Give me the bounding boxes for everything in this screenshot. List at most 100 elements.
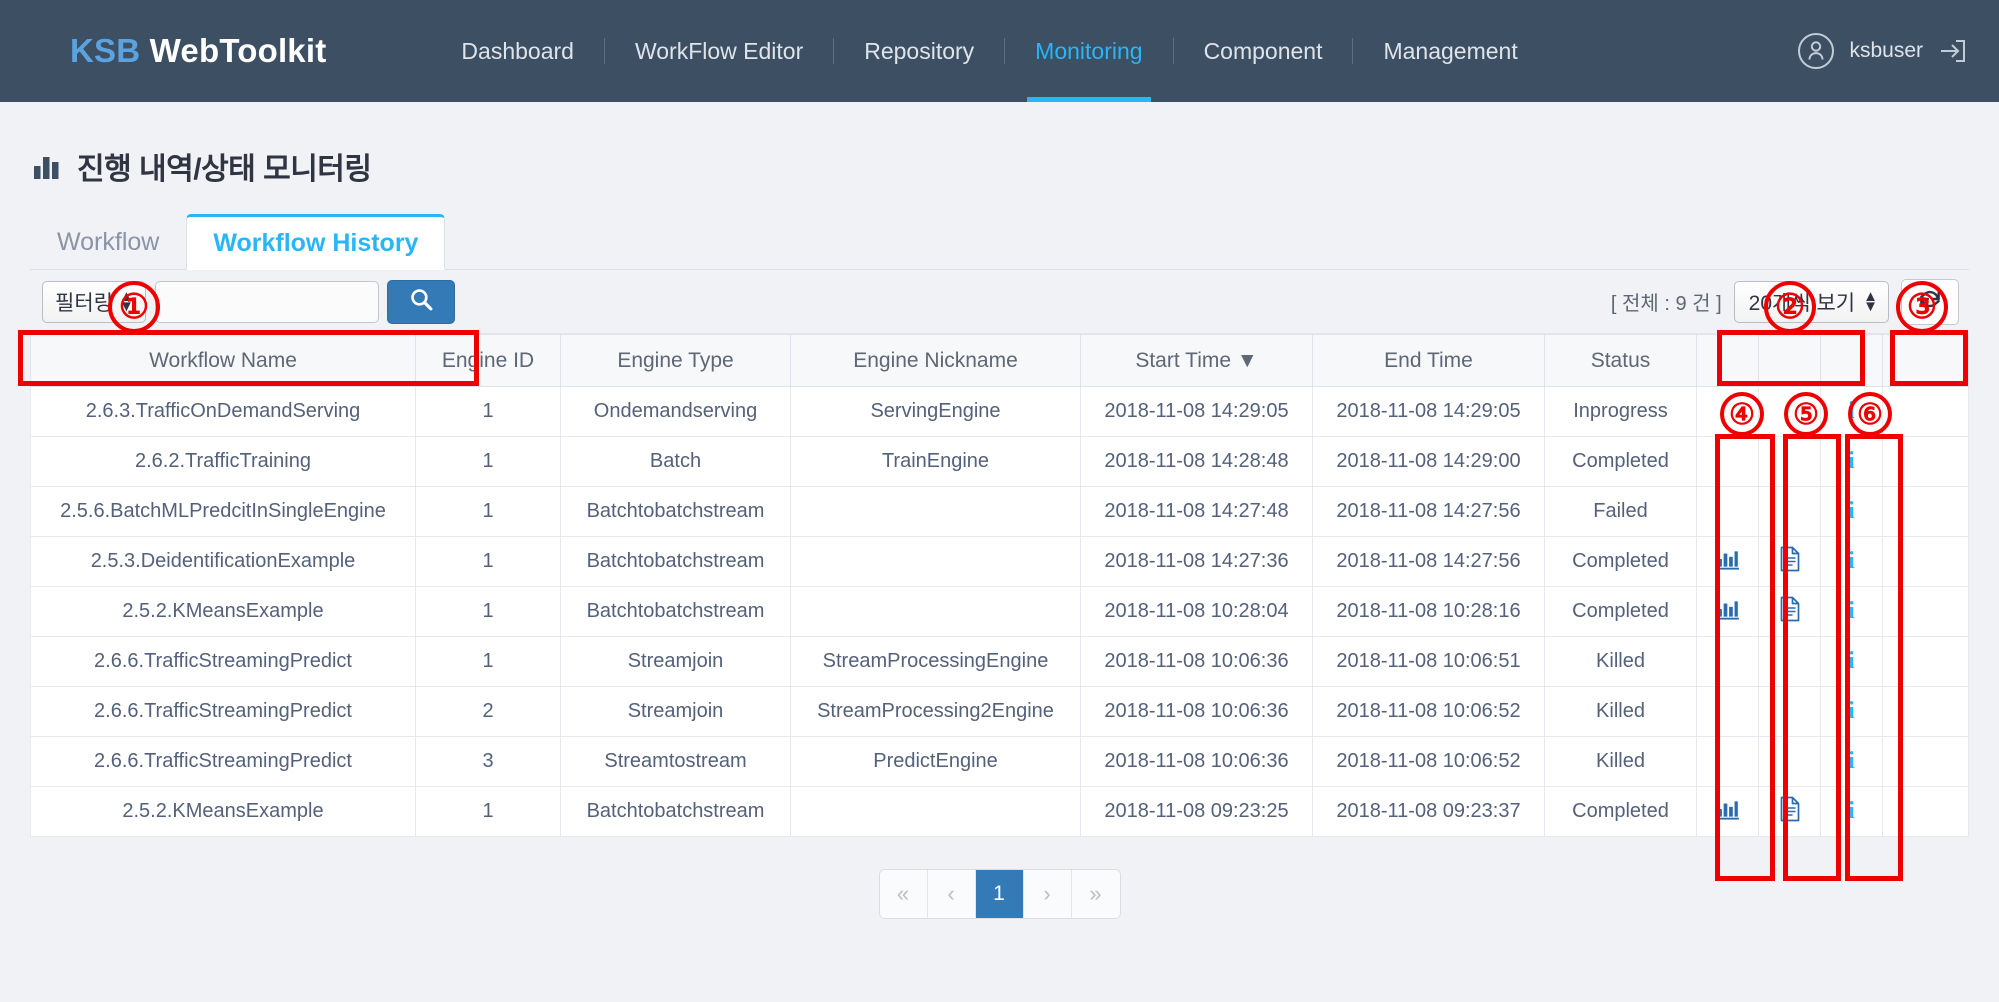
cell-workflow-name: 2.6.3.TrafficOnDemandServing xyxy=(30,386,416,437)
status-badge: Killed xyxy=(1544,636,1697,687)
col-header-end-time[interactable]: End Time xyxy=(1312,334,1545,387)
cell-engine-id: 1 xyxy=(415,586,561,637)
cell-end-time: 2018-11-08 10:28:16 xyxy=(1312,586,1545,637)
col-header-engine-type[interactable]: Engine Type xyxy=(560,334,791,387)
nav-item-component[interactable]: Component xyxy=(1174,0,1353,102)
col-header-engine-nickname[interactable]: Engine Nickname xyxy=(790,334,1081,387)
page-size-select[interactable]: 20개씩 보기 ▲ ▼ xyxy=(1733,280,1889,323)
cell-report-action xyxy=(1758,686,1821,737)
nav-item-repository[interactable]: Repository xyxy=(834,0,1004,102)
cell-info-action[interactable]: i xyxy=(1820,486,1883,537)
cell-chart-action[interactable] xyxy=(1696,536,1759,587)
info-icon[interactable]: i xyxy=(1848,548,1855,574)
pagination-last[interactable]: » xyxy=(1071,870,1120,918)
table-row[interactable]: 2.6.6.TrafficStreamingPredict 2 Streamjoin… xyxy=(30,686,1969,737)
document-icon[interactable] xyxy=(1779,546,1801,572)
info-icon[interactable]: i xyxy=(1848,598,1855,624)
pagination-first[interactable]: « xyxy=(879,870,928,918)
cell-workflow-name: 2.5.2.KMeansExample xyxy=(30,586,416,637)
status-badge: Completed xyxy=(1544,436,1697,487)
cell-spacer xyxy=(1882,786,1969,837)
bar-chart-icon[interactable] xyxy=(1716,597,1740,621)
brand-suffix: WebToolkit xyxy=(149,32,327,69)
info-icon[interactable]: i xyxy=(1848,698,1855,724)
col-header-status[interactable]: Status xyxy=(1544,334,1697,387)
pagination-page-1[interactable]: 1 xyxy=(975,870,1024,918)
cell-end-time: 2018-11-08 14:27:56 xyxy=(1312,536,1545,587)
table-row[interactable]: 2.5.3.DeidentificationExample 1 Batchtobat… xyxy=(30,536,1969,587)
cell-chart-action xyxy=(1696,736,1759,787)
cell-spacer xyxy=(1882,586,1969,637)
tab-workflow[interactable]: Workflow xyxy=(30,214,186,270)
col-header-chart-action xyxy=(1696,334,1759,387)
table-row[interactable]: 2.5.6.BatchMLPredcitInSingleEngine 1 Batch… xyxy=(30,486,1969,537)
cell-start-time: 2018-11-08 14:29:05 xyxy=(1080,386,1313,437)
cell-info-action[interactable]: i xyxy=(1820,786,1883,837)
cell-end-time: 2018-11-08 10:06:52 xyxy=(1312,686,1545,737)
logout-icon[interactable] xyxy=(1937,36,1967,66)
cell-info-action[interactable]: i xyxy=(1820,736,1883,787)
cell-report-action[interactable] xyxy=(1758,786,1821,837)
cell-info-action[interactable]: i xyxy=(1820,586,1883,637)
filter-select[interactable]: 필터링 ▲ ▼ xyxy=(42,280,146,323)
info-icon[interactable]: i xyxy=(1848,648,1855,674)
col-header-workflow-name[interactable]: Workflow Name xyxy=(30,334,416,387)
cell-start-time: 2018-11-08 14:28:48 xyxy=(1080,436,1313,487)
info-icon[interactable]: i xyxy=(1848,798,1855,824)
nav-item-management[interactable]: Management xyxy=(1353,0,1547,102)
table-row[interactable]: 2.6.6.TrafficStreamingPredict 1 Streamjoin… xyxy=(30,636,1969,687)
col-header-engine-id[interactable]: Engine ID xyxy=(415,334,561,387)
search-button[interactable] xyxy=(387,279,455,324)
cell-engine-id: 3 xyxy=(415,736,561,787)
document-icon[interactable] xyxy=(1779,796,1801,822)
col-header-info-action xyxy=(1820,334,1883,387)
cell-spacer xyxy=(1882,486,1969,537)
bar-chart-icon[interactable] xyxy=(1716,547,1740,571)
cell-start-time: 2018-11-08 10:06:36 xyxy=(1080,636,1313,687)
nav-item-dashboard[interactable]: Dashboard xyxy=(431,0,604,102)
refresh-icon xyxy=(1917,286,1943,317)
cell-chart-action xyxy=(1696,386,1759,437)
cell-chart-action[interactable] xyxy=(1696,586,1759,637)
cell-engine-nickname: StreamProcessing2Engine xyxy=(790,686,1081,737)
document-icon[interactable] xyxy=(1779,596,1801,622)
cell-report-action xyxy=(1758,636,1821,687)
cell-spacer xyxy=(1882,686,1969,737)
nav-item-monitoring[interactable]: Monitoring xyxy=(1005,0,1172,102)
table-row[interactable]: 2.6.6.TrafficStreamingPredict 3 Streamtost… xyxy=(30,736,1969,787)
cell-info-action[interactable]: i xyxy=(1820,686,1883,737)
nav-item-workflow-editor[interactable]: WorkFlow Editor xyxy=(605,0,833,102)
table-row[interactable]: 2.5.2.KMeansExample 1 Batchtobatchstream 20… xyxy=(30,586,1969,637)
cell-engine-id: 1 xyxy=(415,786,561,837)
table-toolbar: 필터링 ▲ ▼ [ 전체 : 9 건 ] 20개씩 보기 ▲ ▼ xyxy=(30,270,1969,334)
col-header-start-time[interactable]: Start Time ▼ xyxy=(1080,334,1313,387)
pagination-prev[interactable]: ‹ xyxy=(927,870,976,918)
cell-report-action[interactable] xyxy=(1758,586,1821,637)
pagination-next[interactable]: › xyxy=(1023,870,1072,918)
info-icon[interactable]: i xyxy=(1848,748,1855,774)
table-row[interactable]: 2.5.2.KMeansExample 1 Batchtobatchstream 20… xyxy=(30,786,1969,837)
cell-engine-nickname: TrainEngine xyxy=(790,436,1081,487)
cell-end-time: 2018-11-08 10:06:51 xyxy=(1312,636,1545,687)
spinner-arrows-icon: ▲ ▼ xyxy=(118,288,134,315)
refresh-button[interactable] xyxy=(1901,278,1959,325)
cell-chart-action[interactable] xyxy=(1696,786,1759,837)
cell-info-action[interactable]: i xyxy=(1820,536,1883,587)
cell-chart-action xyxy=(1696,686,1759,737)
filter-select-label: 필터링 xyxy=(55,291,113,315)
info-icon[interactable]: i xyxy=(1848,498,1855,524)
table-row[interactable]: 2.6.2.TrafficTraining 1 Batch TrainEngine 20… xyxy=(30,436,1969,487)
cell-info-action[interactable]: i xyxy=(1820,436,1883,487)
info-icon[interactable]: i xyxy=(1848,448,1855,474)
cell-info-action[interactable]: i xyxy=(1820,386,1883,437)
tab-workflow-history[interactable]: Workflow History xyxy=(186,214,446,270)
info-icon[interactable]: i xyxy=(1848,398,1855,424)
bar-chart-icon[interactable] xyxy=(1716,797,1740,821)
cell-engine-type: Streamjoin xyxy=(560,686,791,737)
cell-info-action[interactable]: i xyxy=(1820,636,1883,687)
brand-logo[interactable]: KSB WebToolkit xyxy=(70,32,326,70)
bar-chart-icon xyxy=(33,152,63,180)
table-row[interactable]: 2.6.3.TrafficOnDemandServing 1 Ondemandser… xyxy=(30,386,1969,437)
search-input[interactable] xyxy=(155,280,379,323)
cell-report-action[interactable] xyxy=(1758,536,1821,587)
